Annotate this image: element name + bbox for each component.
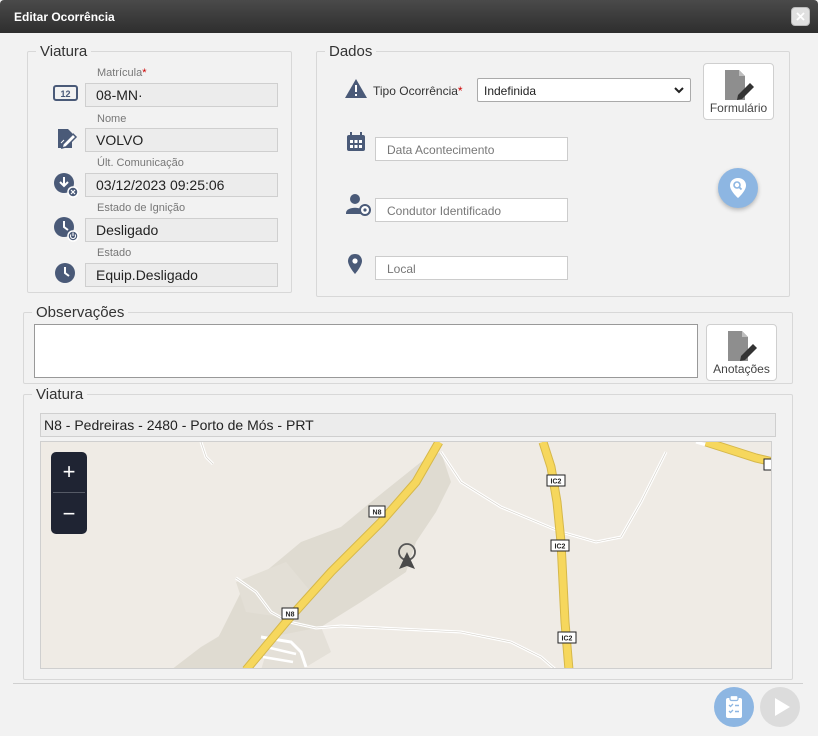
clock-icon <box>54 262 78 286</box>
zoom-control: + − <box>51 452 87 534</box>
formulario-label: Formulário <box>709 101 768 115</box>
license-plate-icon: 12 <box>53 82 78 106</box>
svg-text:IC2: IC2 <box>551 479 562 486</box>
map-canvas: N8 N8 IC2 IC2 IC2 <box>41 442 771 668</box>
edit-document-icon <box>55 127 79 151</box>
estado-ignicao-field: Desligado <box>85 218 278 242</box>
checklist-button[interactable] <box>714 687 754 727</box>
ult-comunicacao-label: Últ. Comunicação <box>97 157 184 169</box>
svg-text:N8: N8 <box>286 612 295 619</box>
play-icon <box>775 698 790 716</box>
document-edit-icon <box>728 331 757 361</box>
road-label-partial <box>763 458 771 471</box>
road-label-ic2: IC2 <box>550 539 570 552</box>
close-icon <box>796 12 805 21</box>
formulario-button[interactable]: Formulário <box>703 63 774 120</box>
road-label-ic2: IC2 <box>546 474 566 487</box>
download-clock-icon <box>53 172 79 198</box>
zoom-separator <box>53 492 85 493</box>
window-titlebar: Editar Ocorrência <box>0 0 818 33</box>
warning-icon <box>344 78 368 102</box>
observacoes-legend: Observações <box>36 304 125 321</box>
road-label-n8: N8 <box>281 607 299 620</box>
map-view[interactable]: N8 N8 IC2 IC2 IC2 + − <box>40 441 772 669</box>
tipo-ocorrencia-value: Indefinida <box>484 84 537 98</box>
estado-label: Estado <box>97 247 132 259</box>
tipo-ocorrencia-label: Tipo Ocorrência* <box>373 84 463 98</box>
nome-field: VOLVO <box>85 128 278 152</box>
calendar-icon <box>346 132 370 156</box>
location-search-button[interactable] <box>718 168 758 208</box>
address-field: N8 - Pedreiras - 2480 - Porto de Mós - P… <box>40 413 776 437</box>
data-acontecimento-input[interactable]: Data Acontecimento <box>375 137 568 161</box>
svg-text:IC2: IC2 <box>562 636 573 643</box>
svg-text:12: 12 <box>60 89 70 99</box>
ult-comunicacao-field: 03/12/2023 09:25:06 <box>85 173 278 197</box>
window-title: Editar Ocorrência <box>14 10 115 24</box>
svg-text:N8: N8 <box>373 510 382 517</box>
zoom-out-button[interactable]: − <box>51 494 87 534</box>
estado-field: Equip.Desligado <box>85 263 278 287</box>
nome-label: Nome <box>97 113 127 125</box>
anotacoes-label: Anotações <box>713 362 770 376</box>
matricula-label: Matrícula* <box>97 67 147 79</box>
dados-legend: Dados <box>329 43 373 60</box>
map-search-icon <box>730 178 746 198</box>
close-button[interactable] <box>791 7 810 26</box>
anotacoes-button[interactable]: Anotações <box>706 324 777 381</box>
map-legend: Viatura <box>36 386 84 403</box>
clipboard-list-icon <box>726 695 742 718</box>
user-settings-icon <box>346 193 371 217</box>
condutor-input[interactable]: Condutor Identificado <box>375 198 568 222</box>
clock-power-icon <box>53 216 79 242</box>
tipo-ocorrencia-select[interactable]: Indefinida <box>477 78 691 102</box>
zoom-in-button[interactable]: + <box>51 452 87 492</box>
document-edit-icon <box>725 70 754 100</box>
local-input[interactable]: Local <box>375 256 568 280</box>
chevron-down-icon <box>674 87 684 94</box>
estado-ignicao-label: Estado de Ignição <box>97 202 186 214</box>
footer-divider <box>13 683 803 684</box>
road-label-n8: N8 <box>368 505 386 518</box>
observacoes-textarea[interactable] <box>34 324 698 378</box>
svg-text:IC2: IC2 <box>555 544 566 551</box>
viatura-legend: Viatura <box>40 43 88 60</box>
road-label-ic2: IC2 <box>557 631 577 644</box>
location-pin-icon <box>347 253 371 277</box>
matricula-field: 08-MN· <box>85 83 278 107</box>
play-button[interactable] <box>760 687 800 727</box>
